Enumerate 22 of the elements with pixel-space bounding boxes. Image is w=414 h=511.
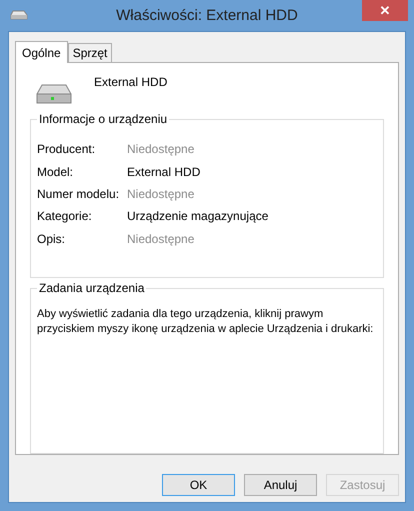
property-value: External HDD: [127, 164, 200, 179]
dialog-button[interactable]: OK: [162, 474, 235, 496]
property-value: Niedostępne: [127, 186, 194, 201]
property-label: Producent:: [37, 142, 96, 156]
property-value: Niedostępne: [127, 142, 194, 156]
dialog-button[interactable]: Anuluj: [244, 474, 317, 496]
hard-drive-icon: [36, 83, 72, 105]
tab[interactable]: Sprzęt: [68, 43, 112, 62]
device-name: External HDD: [94, 75, 168, 89]
group-title: Informacje o urządzeniu: [37, 112, 170, 126]
property-label: Opis:: [37, 232, 66, 246]
property-label: Model:: [37, 164, 74, 179]
property-label: Numer modelu:: [37, 186, 120, 201]
property-value: Niedostępne: [127, 232, 194, 246]
window-title: Właściwości: External HDD: [116, 7, 298, 24]
group-title: Zadania urządzenia: [37, 281, 146, 295]
drive-icon: [10, 10, 28, 20]
close-button[interactable]: ✕: [362, 0, 408, 21]
property-value: Urządzenie magazynujące: [127, 209, 268, 224]
instruction-text: Aby wyświetlić zadania dla tego urządzenia, kliknij prawym przyciskiem myszy ikonę urządzenia w aplecie Urządzenia i drukarki:: [37, 307, 374, 337]
property-label: Kategorie:: [37, 209, 93, 224]
tab[interactable]: Ogólne: [15, 41, 68, 63]
